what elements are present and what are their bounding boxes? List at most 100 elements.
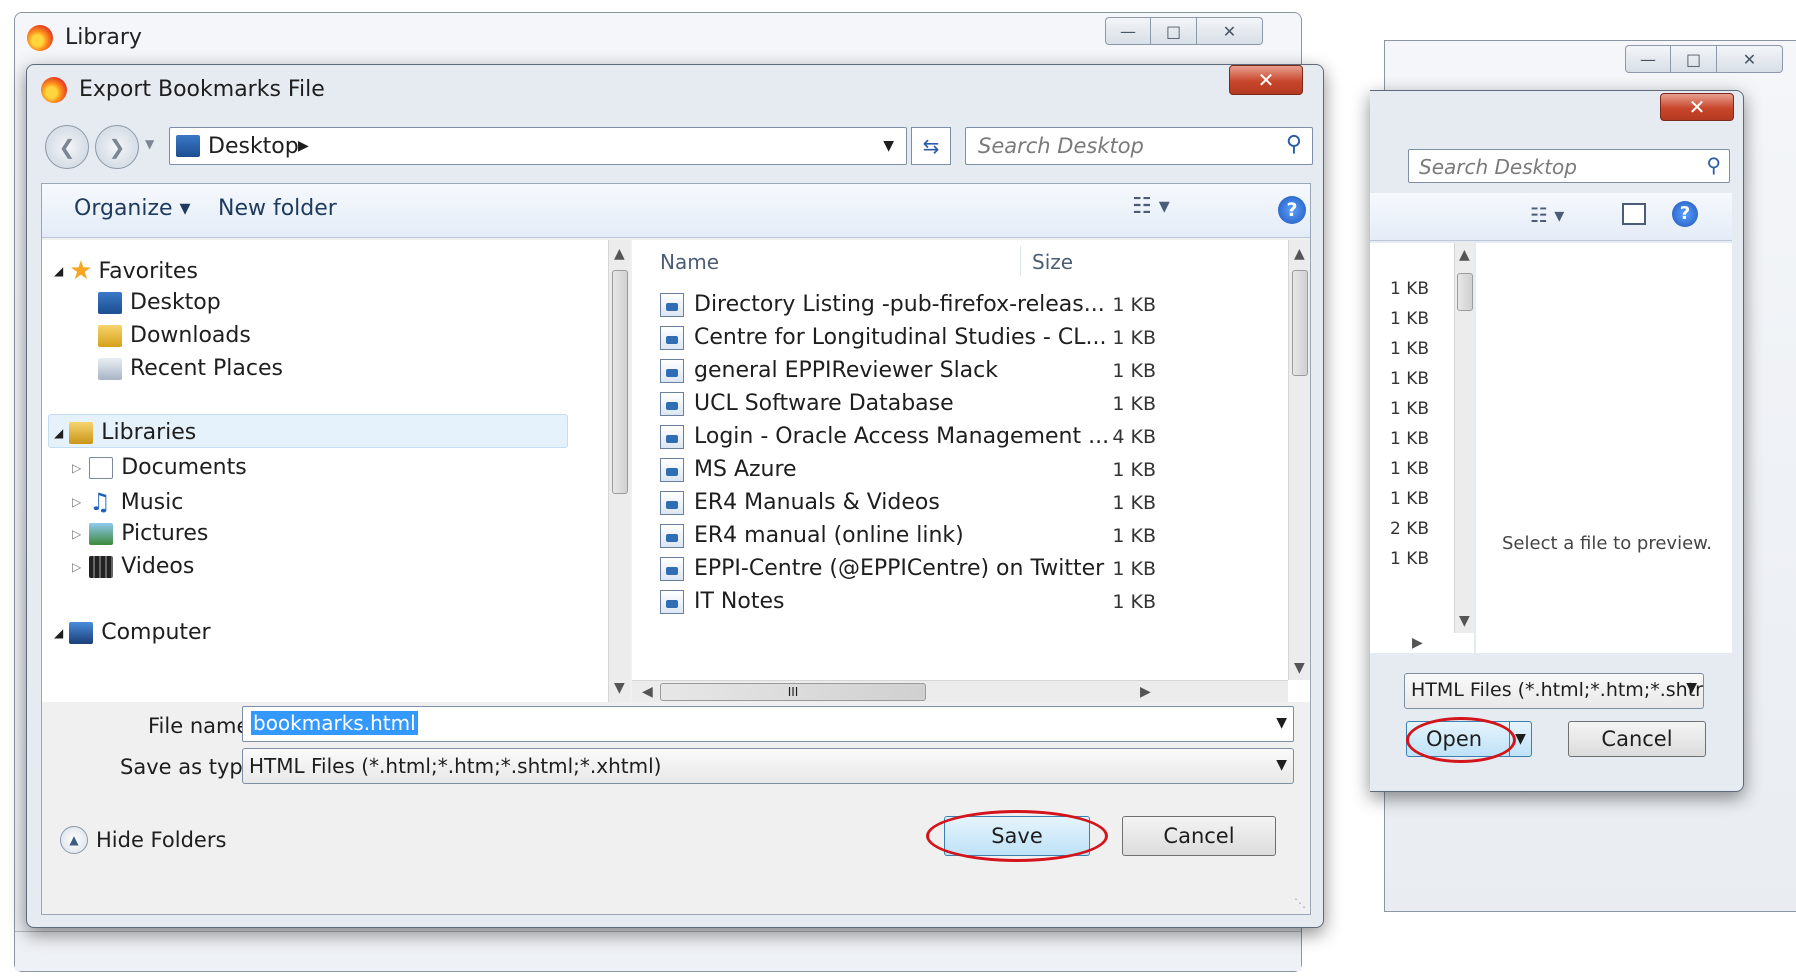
nav-music[interactable]: ▷ ♫ Music (72, 488, 183, 516)
nav-downloads[interactable]: Downloads (98, 323, 251, 348)
file-type-select[interactable]: HTML Files (*.html;*.htm;*.shtr ▼ (1404, 673, 1704, 709)
shortcut-file-icon (660, 556, 684, 581)
nav-libraries[interactable]: ◢ Libraries (54, 420, 196, 445)
hide-folders-button[interactable]: ▲ Hide Folders (60, 826, 226, 854)
file-row[interactable]: Directory Listing -pub-firefox-releas...… (660, 288, 1156, 321)
file-row[interactable]: ER4 Manuals & Videos 1 KB (660, 486, 1156, 519)
minimize-icon[interactable]: — (1625, 45, 1671, 73)
file-row[interactable]: general EPPIReviewer Slack 1 KB (660, 354, 1156, 387)
column-header-size[interactable]: Size (1032, 250, 1073, 274)
vertical-scrollbar[interactable]: ▲ ▼ (608, 240, 630, 702)
preview-pane-icon[interactable] (1622, 203, 1646, 225)
file-size: 1 KB (1112, 326, 1156, 349)
view-icon[interactable]: ☷ ▾ (1530, 203, 1564, 227)
new-folder-button[interactable]: New folder (218, 196, 337, 221)
view-icon[interactable]: ☷ ▾ (1132, 194, 1170, 219)
file-name: Centre for Longitudinal Studies - CL... (694, 325, 1107, 350)
file-row[interactable]: Centre for Longitudinal Studies - CL... 1… (660, 321, 1156, 354)
file-size: 1 KB (1112, 293, 1156, 316)
export-dialog: Export Bookmarks File ✕ ❮ ❯ ▼ Desktop ▶ … (26, 64, 1324, 928)
forward-button[interactable]: ❯ (95, 125, 139, 169)
nav-desktop[interactable]: Desktop (98, 290, 221, 315)
dialog-close-button[interactable]: ✕ (1229, 65, 1303, 95)
import-dialog: ✕ Search Desktop ⚲ ☷ ▾ ? 1 KB 1 KB 1 KB 1 K… (1370, 90, 1744, 792)
downloads-icon (98, 324, 122, 347)
shortcut-file-icon (660, 391, 684, 416)
maximize-icon[interactable]: □ (1671, 45, 1717, 73)
chevron-down-icon: ▼ (1686, 680, 1697, 696)
import-cancel-button[interactable]: Cancel (1568, 721, 1706, 757)
file-row[interactable]: IT Notes 1 KB (660, 585, 1156, 618)
library-title: Library (65, 25, 142, 50)
file-size: 1 KB (1390, 369, 1430, 389)
search-input[interactable]: Search Desktop ⚲ (965, 127, 1313, 165)
minimize-icon[interactable]: — (1105, 17, 1151, 45)
command-bar: Organize ▾ New folder ☷ ▾ ? (42, 184, 1310, 238)
maximize-icon[interactable]: □ (1151, 17, 1197, 45)
file-size: 2 KB (1390, 519, 1430, 539)
file-name-value: bookmarks.html (251, 711, 418, 735)
file-name: UCL Software Database (694, 391, 954, 416)
nav-pictures[interactable]: ▷ Pictures (72, 521, 208, 546)
file-size: 4 KB (1112, 425, 1156, 448)
vertical-scrollbar[interactable]: ▲ ▼ (1454, 243, 1474, 633)
file-name: general EPPIReviewer Slack (694, 358, 998, 383)
refresh-icon[interactable]: ⇆ (911, 127, 951, 165)
search-placeholder: Search Desktop (978, 134, 1144, 158)
breadcrumb[interactable]: Desktop (208, 134, 299, 159)
file-size: 1 KB (1112, 524, 1156, 547)
documents-icon (89, 456, 114, 479)
file-row[interactable]: Login - Oracle Access Management ... 4 KB (660, 420, 1156, 453)
file-row[interactable]: ER4 manual (online link) 1 KB (660, 519, 1156, 552)
dialog-body: Organize ▾ New folder ☷ ▾ ? ◢ ★ Favorites … (41, 183, 1311, 915)
library-statusbar (15, 931, 1301, 971)
file-size: 1 KB (1390, 549, 1430, 569)
help-icon[interactable]: ? (1278, 196, 1306, 224)
preview-text: Select a file to preview. (1502, 533, 1712, 554)
nav-recent-places[interactable]: Recent Places (98, 356, 283, 381)
shortcut-file-icon (660, 358, 684, 383)
import-search-input[interactable]: Search Desktop ⚲ (1408, 149, 1730, 183)
cancel-button[interactable]: Cancel (1122, 816, 1276, 856)
chevron-right-icon[interactable]: ▶ (298, 138, 309, 154)
file-list-pane: Name Size Directory Listing -pub-firefox… (632, 240, 1310, 702)
nav-favorites[interactable]: ◢ ★ Favorites (54, 256, 198, 286)
search-placeholder: Search Desktop (1419, 155, 1577, 179)
shortcut-file-icon (660, 589, 684, 614)
dialog-title: Export Bookmarks File (79, 77, 325, 102)
file-name: ER4 manual (online link) (694, 523, 964, 548)
file-name: Login - Oracle Access Management ... (694, 424, 1110, 449)
shortcut-file-icon (660, 325, 684, 350)
horizontal-scrollbar[interactable]: ◀ III ▶ (632, 680, 1288, 702)
music-icon: ♫ (89, 488, 111, 516)
file-row[interactable]: UCL Software Database 1 KB (660, 387, 1156, 420)
dialog-close-button[interactable]: ✕ (1660, 93, 1734, 121)
close-icon[interactable]: ✕ (1197, 17, 1263, 45)
file-name: ER4 Manuals & Videos (694, 490, 940, 515)
computer-icon (69, 621, 94, 644)
save-type-select[interactable]: HTML Files (*.html;*.htm;*.shtml;*.xhtml… (242, 748, 1294, 784)
chevron-down-icon[interactable]: ▼ (883, 138, 894, 154)
file-size: 1 KB (1112, 590, 1156, 613)
nav-documents[interactable]: ▷ Documents (72, 455, 247, 480)
chevron-down-icon[interactable]: ▼ (1276, 715, 1287, 731)
column-divider (1020, 246, 1021, 276)
file-row[interactable]: EPPI-Centre (@EPPICentre) on Twitter 1 KB (660, 552, 1156, 585)
resize-grip-icon[interactable]: ⋱ (1294, 896, 1306, 910)
address-bar[interactable]: Desktop ▶ ▼ (169, 127, 907, 165)
back-button[interactable]: ❮ (45, 125, 89, 169)
file-name-input[interactable]: bookmarks.html ▼ (242, 706, 1294, 742)
search-icon: ⚲ (1706, 153, 1721, 177)
file-size: 1 KB (1390, 459, 1430, 479)
recent-pages-icon[interactable]: ▼ (145, 137, 154, 151)
column-header-name[interactable]: Name (660, 250, 719, 274)
close-icon[interactable]: ✕ (1717, 45, 1783, 73)
libraries-icon (69, 421, 94, 444)
nav-computer[interactable]: ◢ Computer (54, 620, 211, 645)
organize-menu[interactable]: Organize ▾ (74, 196, 191, 221)
vertical-scrollbar[interactable]: ▲ ▼ (1288, 240, 1310, 680)
help-icon[interactable]: ? (1672, 201, 1698, 227)
nav-videos[interactable]: ▷ Videos (72, 554, 194, 579)
file-name: IT Notes (694, 589, 785, 614)
file-row[interactable]: MS Azure 1 KB (660, 453, 1156, 486)
